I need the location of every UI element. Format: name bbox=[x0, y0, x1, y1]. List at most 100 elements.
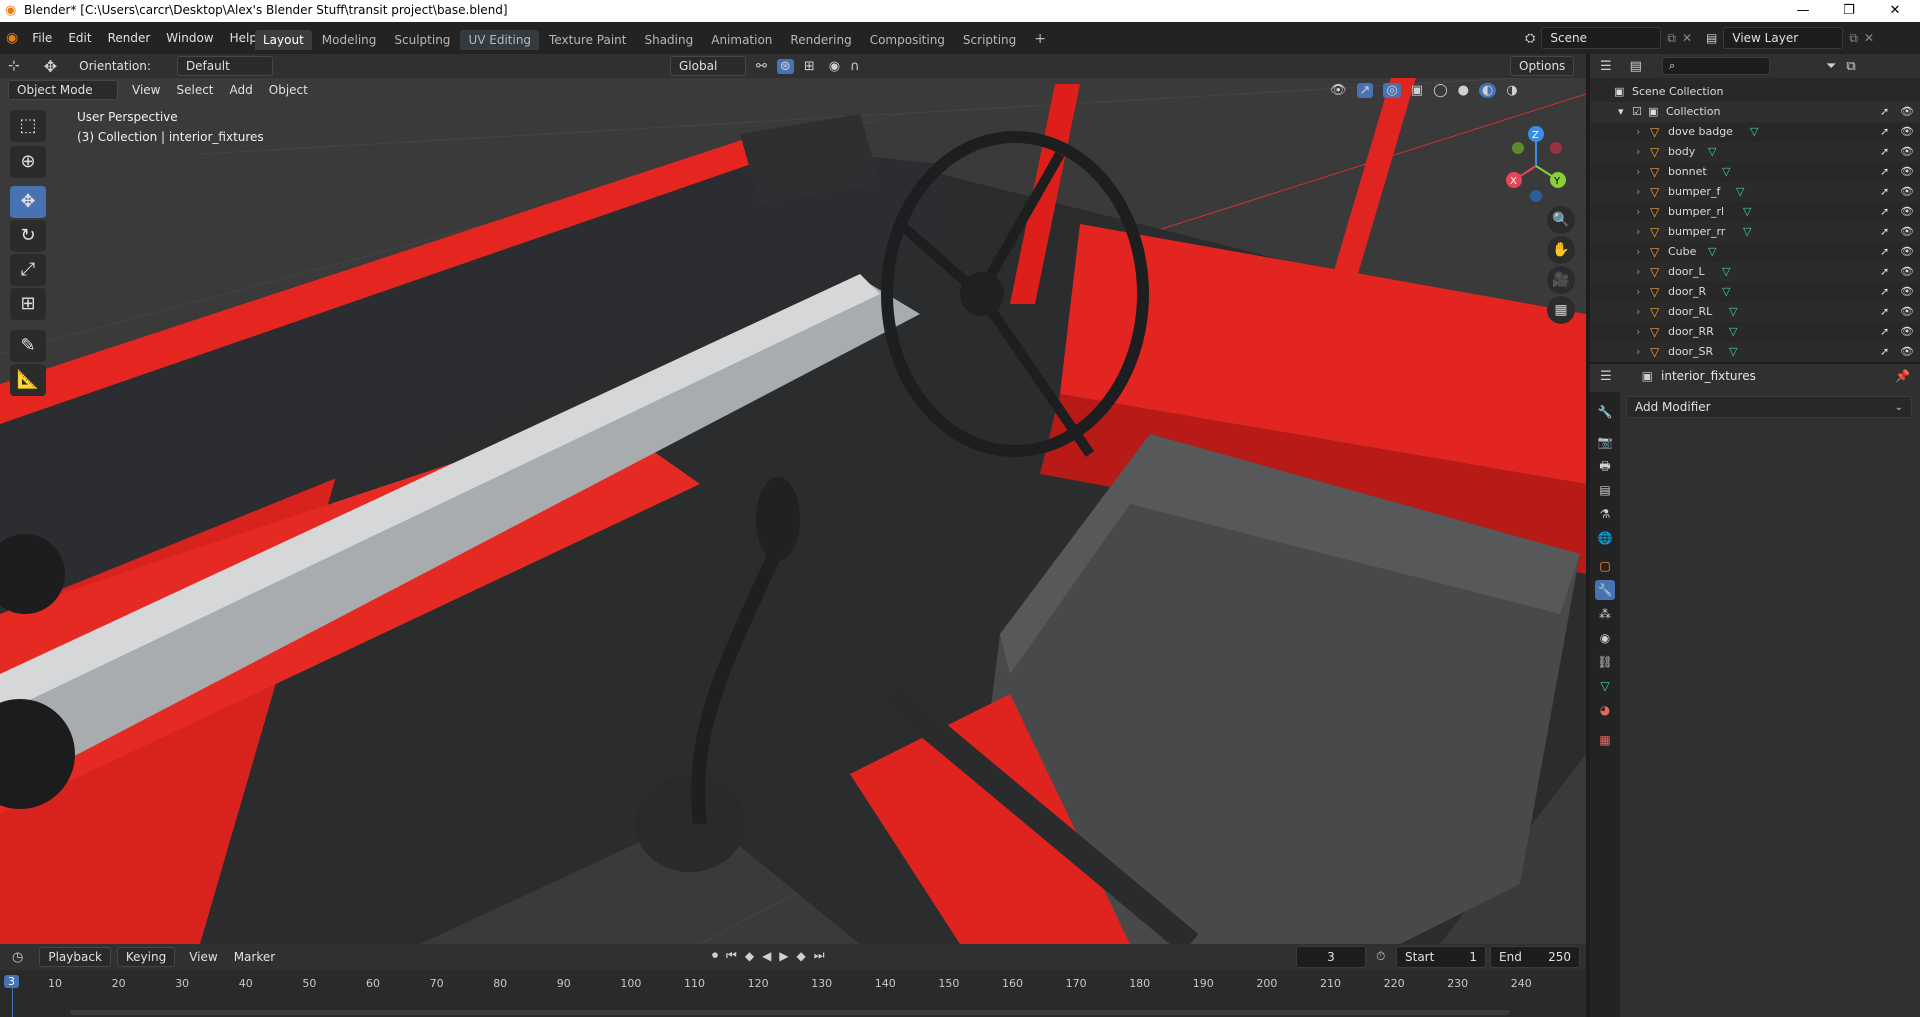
overlay-toggle-icon[interactable]: ◎ bbox=[1383, 82, 1401, 98]
rotate-tool-icon[interactable]: ↻ bbox=[10, 220, 46, 252]
proportional-edit-icon[interactable]: ◉ bbox=[829, 59, 840, 74]
next-keyframe-icon[interactable]: ◆ bbox=[797, 949, 806, 963]
eye-icon[interactable]: 👁 bbox=[1900, 125, 1914, 138]
outliner-scene-collection[interactable]: ▣ Scene Collection bbox=[1590, 82, 1920, 102]
tool-tab-icon[interactable]: 🔧 bbox=[1595, 402, 1615, 422]
tab-modeling[interactable]: Modeling bbox=[314, 30, 385, 50]
scene-tab-icon[interactable]: ⚗ bbox=[1595, 504, 1615, 524]
close-button[interactable]: ✕ bbox=[1872, 0, 1918, 22]
select-arrow-icon[interactable]: ➚ bbox=[1880, 205, 1889, 218]
mesh-data-icon[interactable]: ▽ bbox=[1743, 225, 1751, 238]
texture-tab-icon[interactable]: ▦ bbox=[1595, 730, 1615, 750]
blender-menu-icon[interactable]: ◉ bbox=[6, 30, 18, 46]
outliner-item[interactable]: › ▽ bumper_f ▽ ➚ 👁 bbox=[1590, 182, 1920, 202]
xray-icon[interactable]: ▣ bbox=[1411, 83, 1423, 98]
tab-layout[interactable]: Layout bbox=[255, 30, 312, 50]
collapse-triangle-icon[interactable]: ▾ bbox=[1618, 105, 1624, 118]
outliner-item[interactable]: › ▽ door_L ▽ ➚ 👁 bbox=[1590, 262, 1920, 282]
delete-scene-icon[interactable]: ✕ bbox=[1682, 31, 1692, 45]
select-tool-icon[interactable]: ⬚ bbox=[10, 110, 46, 142]
physics-tab-icon[interactable]: ◉ bbox=[1595, 628, 1615, 648]
end-frame-field[interactable]: End 250 bbox=[1490, 946, 1580, 968]
mesh-data-icon[interactable]: ▽ bbox=[1722, 285, 1730, 298]
expand-triangle-icon[interactable]: › bbox=[1636, 285, 1640, 298]
modifier-tab-icon[interactable]: 🔧 bbox=[1595, 580, 1615, 600]
filter-icon[interactable]: ⏷ bbox=[1826, 59, 1836, 74]
expand-triangle-icon[interactable]: › bbox=[1636, 325, 1640, 338]
camera-view-icon[interactable]: 🎥 bbox=[1547, 266, 1575, 294]
delete-view-layer-icon[interactable]: ✕ bbox=[1864, 31, 1874, 45]
current-frame-field[interactable]: 3 bbox=[1296, 946, 1366, 968]
eye-icon[interactable]: 👁 bbox=[1900, 325, 1914, 338]
select-arrow-icon[interactable]: ➚ bbox=[1880, 245, 1889, 258]
scene-selector[interactable]: Scene bbox=[1541, 27, 1662, 49]
cursor-tool-icon[interactable]: ⊕ bbox=[10, 146, 46, 178]
select-arrow-icon[interactable]: ➚ bbox=[1880, 325, 1889, 338]
start-frame-field[interactable]: Start 1 bbox=[1396, 946, 1486, 968]
wireframe-shading-icon[interactable]: ◯ bbox=[1433, 83, 1448, 98]
navigation-gizmo[interactable]: Z X Y bbox=[1500, 116, 1580, 206]
mesh-data-icon[interactable]: ▽ bbox=[1743, 205, 1751, 218]
outliner-item[interactable]: › ▽ door_RR ▽ ➚ 👁 bbox=[1590, 322, 1920, 342]
snap-icon[interactable]: ⊛ bbox=[776, 58, 794, 74]
constraints-tab-icon[interactable]: ⛓ bbox=[1595, 652, 1615, 672]
editor-type-icon[interactable]: ⊹ bbox=[8, 58, 20, 74]
eye-icon[interactable]: 👁 bbox=[1900, 245, 1914, 258]
solid-shading-icon[interactable]: ● bbox=[1458, 83, 1469, 98]
pivot-icon[interactable]: ⚯ bbox=[756, 59, 767, 74]
tab-animation[interactable]: Animation bbox=[703, 30, 780, 50]
rendered-shading-icon[interactable]: ◑ bbox=[1506, 83, 1517, 98]
expand-triangle-icon[interactable]: › bbox=[1636, 245, 1640, 258]
outliner-item[interactable]: › ▽ Cube ▽ ➚ 👁 bbox=[1590, 242, 1920, 262]
mesh-data-icon[interactable]: ▽ bbox=[1729, 305, 1737, 318]
outliner-item[interactable]: › ▽ door_SR ▽ ➚ 👁 bbox=[1590, 342, 1920, 362]
outliner-item[interactable]: › ▽ body ▽ ➚ 👁 bbox=[1590, 142, 1920, 162]
eye-icon[interactable]: 👁 bbox=[1900, 305, 1914, 318]
mesh-data-icon[interactable]: ▽ bbox=[1729, 345, 1737, 358]
data-tab-icon[interactable]: ▽ bbox=[1595, 676, 1615, 696]
outliner-item[interactable]: › ▽ bumper_rl ▽ ➚ 👁 bbox=[1590, 202, 1920, 222]
gizmo-toggle-icon[interactable]: ↗ bbox=[1356, 82, 1374, 98]
material-shading-icon[interactable]: ◐ bbox=[1478, 82, 1497, 98]
new-view-layer-icon[interactable]: ⧉ bbox=[1849, 31, 1858, 46]
view-layer-icon[interactable]: ▤ bbox=[1706, 31, 1717, 45]
menu-add[interactable]: Add bbox=[222, 81, 261, 99]
view-layer-selector[interactable]: View Layer bbox=[1723, 27, 1844, 49]
outliner-item[interactable]: › ▽ bonnet ▽ ➚ 👁 bbox=[1590, 162, 1920, 182]
mesh-data-icon[interactable]: ▽ bbox=[1708, 145, 1716, 158]
menu-render[interactable]: Render bbox=[100, 31, 159, 45]
collection-checkbox-icon[interactable]: ☑ bbox=[1632, 105, 1642, 118]
jump-start-icon[interactable]: ⏮ bbox=[726, 948, 737, 963]
annotate-tool-icon[interactable]: ✎ bbox=[10, 330, 46, 362]
zoom-icon[interactable]: 🔍 bbox=[1547, 206, 1575, 234]
tab-sculpting[interactable]: Sculpting bbox=[386, 30, 458, 50]
tab-rendering[interactable]: Rendering bbox=[782, 30, 859, 50]
transform-tool-icon[interactable]: ✥ bbox=[44, 57, 57, 76]
particles-tab-icon[interactable]: ⁂ bbox=[1595, 604, 1615, 624]
playhead-frame-badge[interactable]: 3 bbox=[4, 975, 19, 988]
snap-target-icon[interactable]: ⊞ bbox=[804, 59, 815, 74]
orientation-dropdown[interactable]: Default bbox=[176, 56, 273, 76]
expand-triangle-icon[interactable]: › bbox=[1636, 205, 1640, 218]
move-tool-icon[interactable]: ✥ bbox=[10, 186, 46, 218]
mode-dropdown[interactable]: Object Mode bbox=[8, 80, 118, 100]
play-icon[interactable]: ▶ bbox=[779, 949, 788, 963]
transform-orientation-dropdown[interactable]: Global bbox=[670, 56, 746, 76]
timeline-scrollbar[interactable] bbox=[70, 1010, 1510, 1015]
add-modifier-dropdown[interactable]: Add Modifier ⌄ bbox=[1626, 396, 1912, 418]
new-scene-icon[interactable]: ⧉ bbox=[1667, 31, 1676, 46]
select-arrow-icon[interactable]: ➚ bbox=[1880, 145, 1889, 158]
outliner-collection-row[interactable]: ▾ ☑ ▣ Collection ➚ 👁 bbox=[1590, 102, 1920, 122]
falloff-icon[interactable]: ∩ bbox=[850, 59, 860, 74]
menu-file[interactable]: File bbox=[24, 31, 60, 45]
outliner-item[interactable]: › ▽ door_RL ▽ ➚ 👁 bbox=[1590, 302, 1920, 322]
material-tab-icon[interactable]: ◕ bbox=[1595, 700, 1615, 720]
expand-triangle-icon[interactable]: › bbox=[1636, 125, 1640, 138]
select-arrow-icon[interactable]: ➚ bbox=[1880, 265, 1889, 278]
scene-icon[interactable]: ⛭ bbox=[1525, 31, 1535, 46]
mesh-data-icon[interactable]: ▽ bbox=[1736, 185, 1744, 198]
menu-window[interactable]: Window bbox=[158, 31, 221, 45]
play-reverse-icon[interactable]: ◀ bbox=[762, 949, 771, 963]
eye-icon[interactable]: 👁 bbox=[1900, 205, 1914, 218]
jump-end-icon[interactable]: ⏭ bbox=[814, 948, 825, 963]
